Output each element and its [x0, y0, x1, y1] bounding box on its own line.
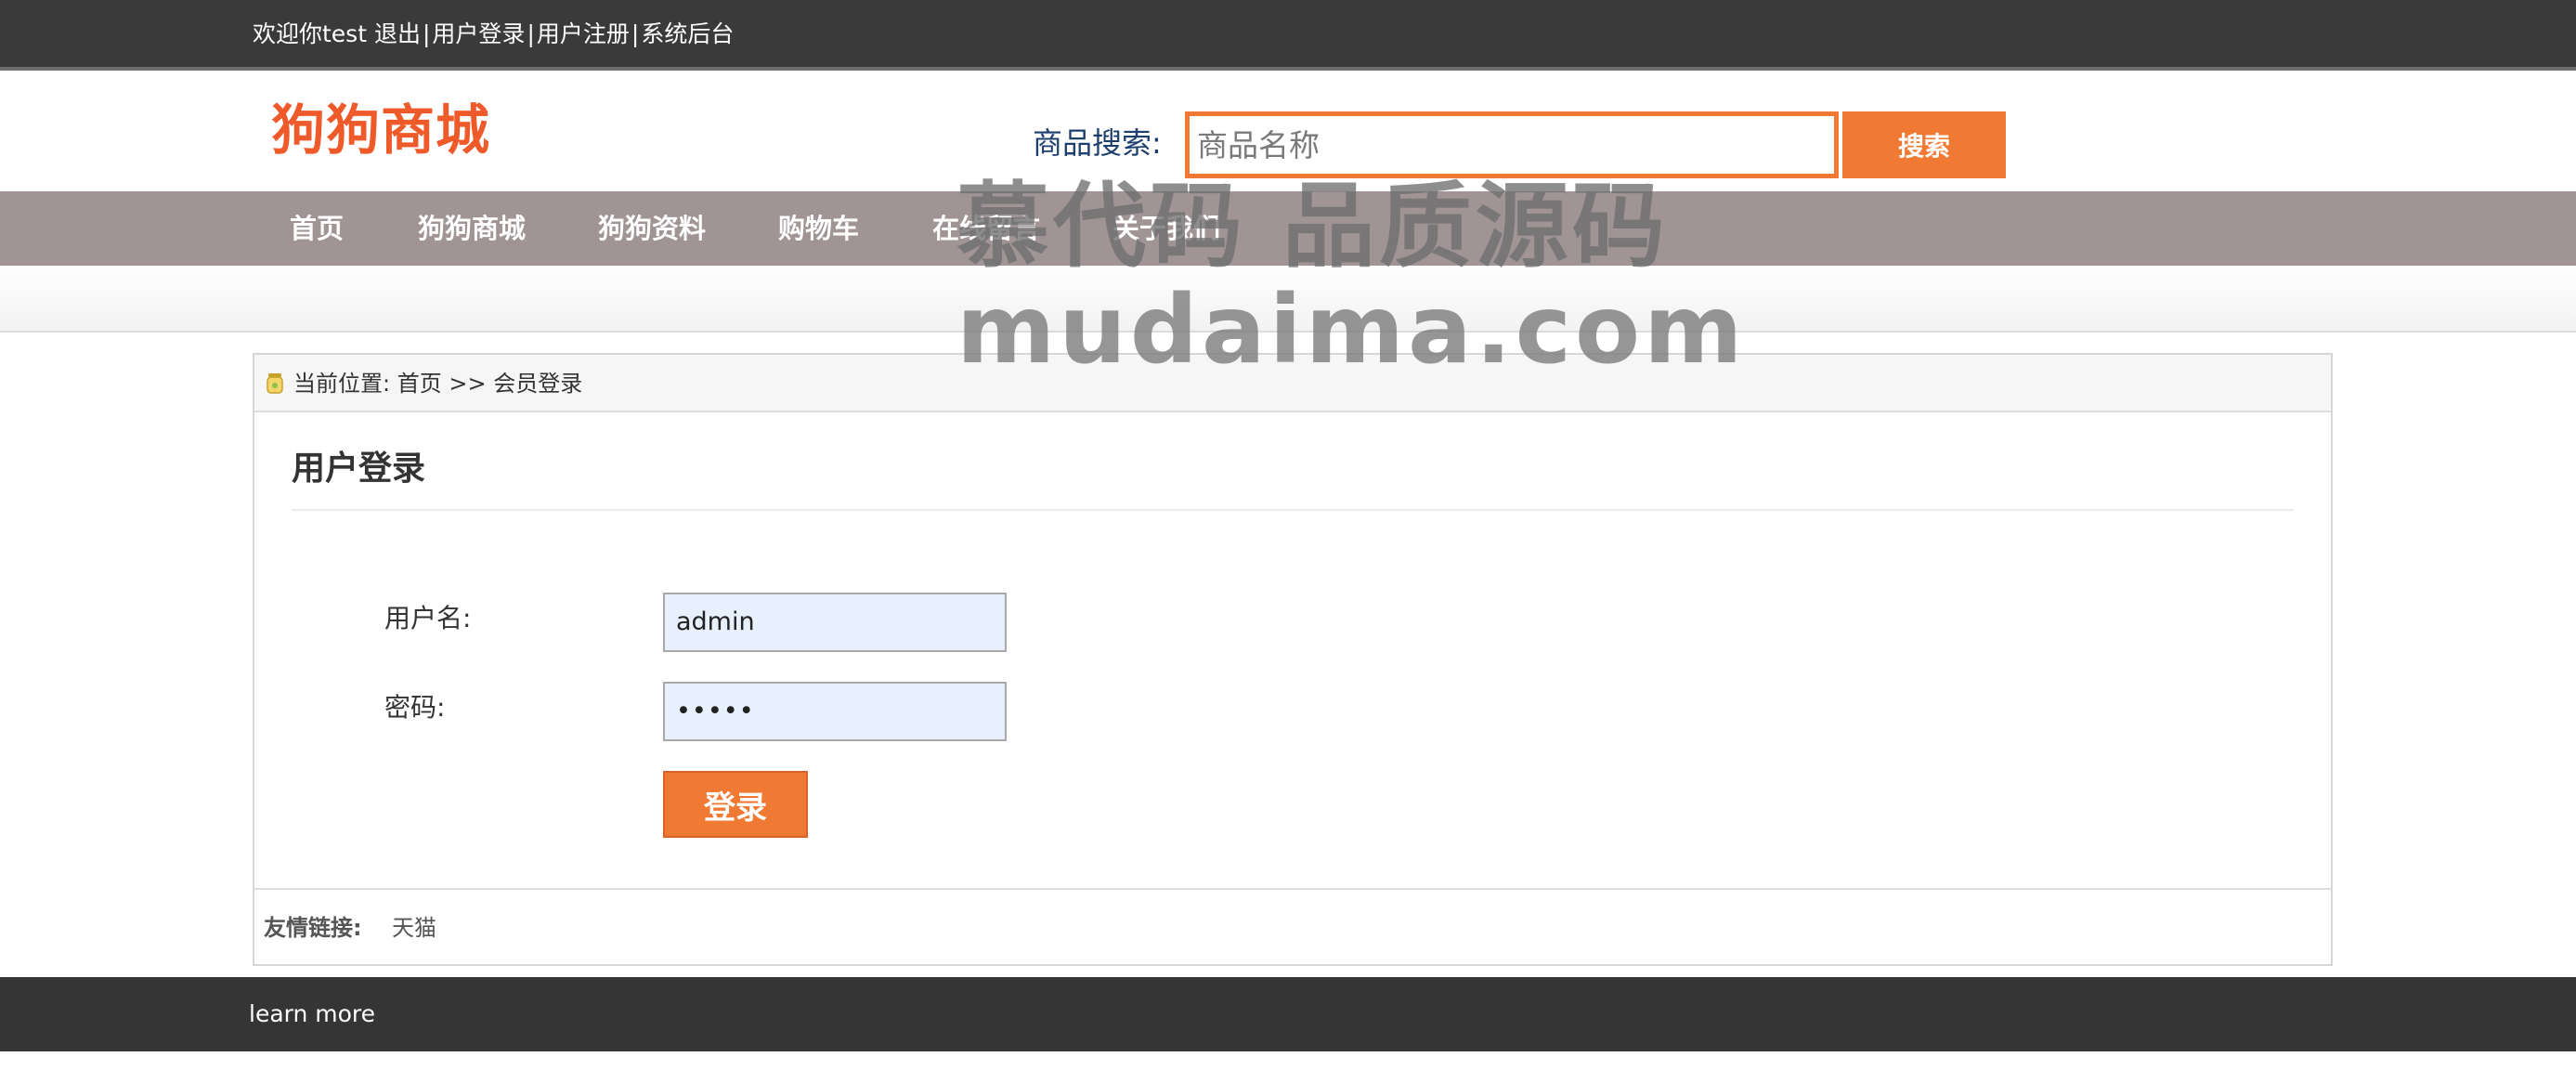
logout-link[interactable]: 退出 — [374, 20, 421, 47]
nav-item-dog-info[interactable]: 狗狗资料 — [598, 191, 706, 266]
nav-item-cart[interactable]: 购物车 — [778, 191, 859, 266]
breadcrumb-home[interactable]: 首页 — [397, 371, 442, 397]
password-field[interactable]: ••••• — [663, 682, 1007, 741]
breadcrumb-current: 会员登录 — [493, 371, 583, 397]
breadcrumb-separator: >> — [449, 371, 487, 397]
breadcrumb-text: 当前位置: 首页 >> 会员登录 — [293, 368, 582, 399]
register-link[interactable]: 用户注册 — [537, 20, 630, 47]
learn-more-link[interactable]: learn more — [249, 998, 375, 1031]
search-input[interactable] — [1197, 116, 1828, 174]
friend-links-label: 友情链接: — [264, 915, 362, 941]
site-logo[interactable]: 狗狗商城 — [271, 97, 490, 163]
breadcrumb-prefix: 当前位置: — [293, 371, 391, 397]
login-panel: 当前位置: 首页 >> 会员登录 用户登录 用户名: admin 密码: •••… — [253, 353, 2333, 892]
login-link[interactable]: 用户登录 — [432, 20, 525, 47]
watermark-line-1: 慕代码 品质源码 — [956, 172, 1669, 281]
title-divider — [292, 509, 2294, 511]
nav-item-home[interactable]: 首页 — [290, 191, 344, 266]
nav-item-shop[interactable]: 狗狗商城 — [418, 191, 526, 266]
friend-links: 友情链接: 天猫 — [253, 888, 2333, 966]
search-box — [1185, 111, 1839, 178]
watermark-line-2: mudaima.com — [956, 275, 1747, 385]
login-button[interactable]: 登录 — [663, 771, 808, 838]
password-label: 密码: — [384, 692, 446, 723]
separator: | — [631, 20, 640, 47]
admin-link[interactable]: 系统后台 — [641, 20, 734, 47]
user-links: 欢迎你test 退出|用户登录|用户注册|系统后台 — [253, 19, 734, 50]
location-jar-icon — [267, 373, 283, 394]
username-label: 用户名: — [384, 603, 472, 633]
search-button[interactable]: 搜索 — [1842, 111, 2006, 178]
separator: | — [422, 20, 431, 47]
top-bar: 欢迎你test 退出|用户登录|用户注册|系统后台 — [0, 0, 2576, 71]
friend-link-item[interactable]: 天猫 — [392, 912, 436, 944]
username-field[interactable]: admin — [663, 593, 1007, 652]
welcome-text: 欢迎你test — [253, 20, 368, 47]
separator: | — [527, 20, 535, 47]
footer: learn more — [0, 977, 2576, 1051]
page-title: 用户登录 — [292, 450, 426, 488]
search-label: 商品搜索: — [1033, 125, 1162, 161]
